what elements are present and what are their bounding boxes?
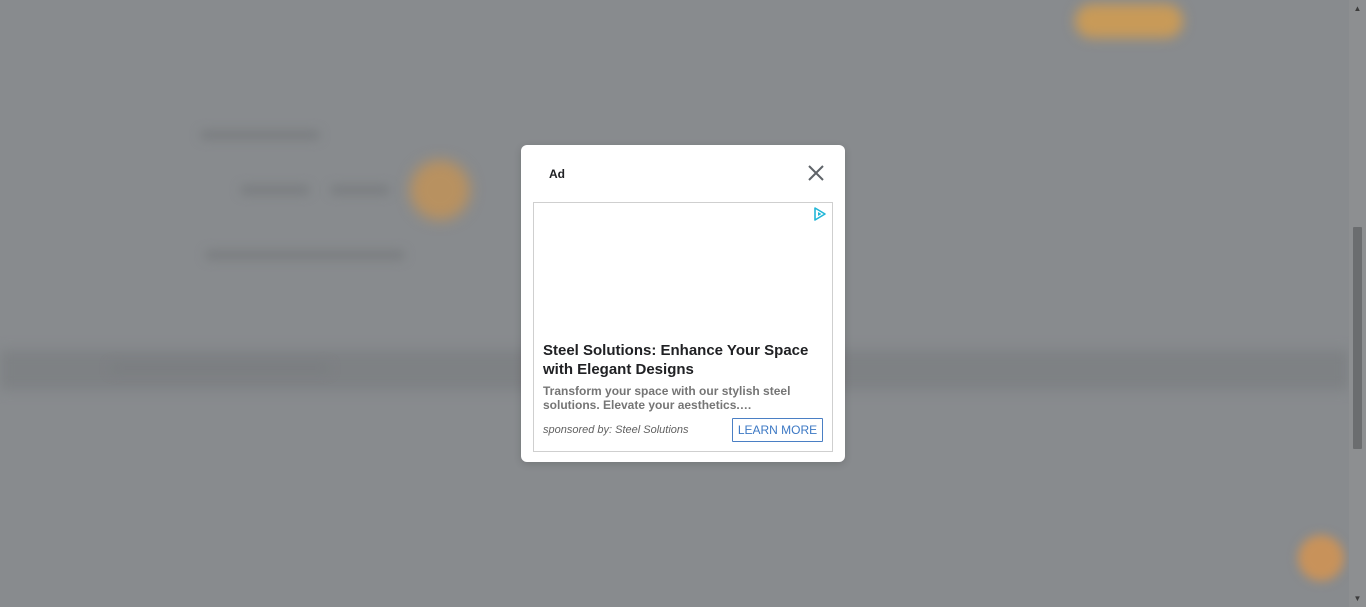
scroll-up-arrow-icon[interactable]: ▲ [1349, 0, 1366, 17]
learn-more-button[interactable]: LEARN MORE [732, 418, 823, 442]
blurred-text [200, 130, 320, 140]
close-icon[interactable] [807, 164, 825, 182]
ad-modal: Ad Steel Solutions: Enhance Your Space w… [521, 145, 845, 462]
vertical-scrollbar[interactable]: ▲ ▼ [1349, 0, 1366, 607]
blurred-text [110, 363, 330, 373]
ad-description[interactable]: Transform your space with our stylish st… [543, 384, 823, 412]
blurred-header-button [1075, 4, 1183, 38]
modal-label: Ad [549, 167, 565, 181]
ad-title[interactable]: Steel Solutions: Enhance Your Space with… [543, 341, 827, 379]
blurred-floating-button [1298, 535, 1344, 581]
ad-frame[interactable]: Steel Solutions: Enhance Your Space with… [533, 202, 833, 452]
ad-sponsor: sponsored by: Steel Solutions [543, 424, 689, 436]
blurred-text [205, 250, 405, 260]
scrollbar-thumb[interactable] [1353, 227, 1362, 449]
blurred-orange-circle [410, 160, 470, 220]
blurred-text [240, 185, 310, 195]
scroll-down-arrow-icon[interactable]: ▼ [1349, 590, 1366, 607]
adchoices-icon[interactable] [812, 206, 828, 222]
blurred-text [330, 185, 390, 195]
